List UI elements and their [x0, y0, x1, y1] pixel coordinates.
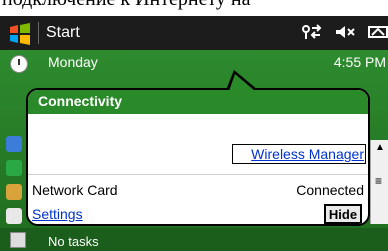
- bubble-title: Connectivity: [38, 93, 123, 109]
- title-bar: Start: [0, 16, 388, 50]
- bubble-header: Connectivity: [28, 90, 368, 114]
- battery-icon[interactable]: [368, 23, 388, 46]
- network-card-status: Connected: [296, 182, 364, 198]
- tasks-label: No tasks: [48, 234, 99, 249]
- tasks-icon: [10, 232, 26, 248]
- connectivity-icon[interactable]: [300, 23, 322, 46]
- background-text-strip: подключение к Интернету на: [0, 0, 388, 16]
- network-card-label: Network Card: [32, 182, 118, 198]
- speaker-muted-icon[interactable]: [334, 23, 356, 46]
- background-scrollbar[interactable]: ▲ ≡: [370, 140, 388, 224]
- scroll-up-arrow-icon[interactable]: ▲: [375, 142, 385, 153]
- wireless-manager-link[interactable]: Wireless Manager: [251, 146, 364, 162]
- hide-button[interactable]: Hide: [324, 204, 362, 224]
- settings-link[interactable]: Settings: [32, 206, 83, 222]
- envelope-icon[interactable]: [6, 208, 22, 224]
- day-label: Monday: [48, 54, 98, 70]
- calendar-icon[interactable]: [6, 184, 22, 200]
- date-time-row[interactable]: Monday 4:55 PM: [0, 52, 388, 76]
- tasks-row[interactable]: No tasks: [0, 228, 388, 251]
- status-icon-group: [300, 23, 388, 46]
- time-label: 4:55 PM: [333, 54, 386, 70]
- bubble-tail-fill: [229, 74, 255, 91]
- background-text: подключение к Интернету на: [2, 0, 251, 9]
- scroll-grip-icon[interactable]: ≡: [375, 174, 382, 188]
- divider: [28, 174, 368, 175]
- phone-icon[interactable]: [6, 136, 22, 152]
- clock-icon: [10, 55, 28, 73]
- messaging-icon[interactable]: [6, 160, 22, 176]
- title-separator: [38, 22, 39, 44]
- start-button[interactable]: Start: [46, 22, 80, 44]
- start-logo-icon[interactable]: [8, 22, 32, 46]
- connectivity-bubble: Connectivity Wireless Manager Network Ca…: [26, 88, 370, 226]
